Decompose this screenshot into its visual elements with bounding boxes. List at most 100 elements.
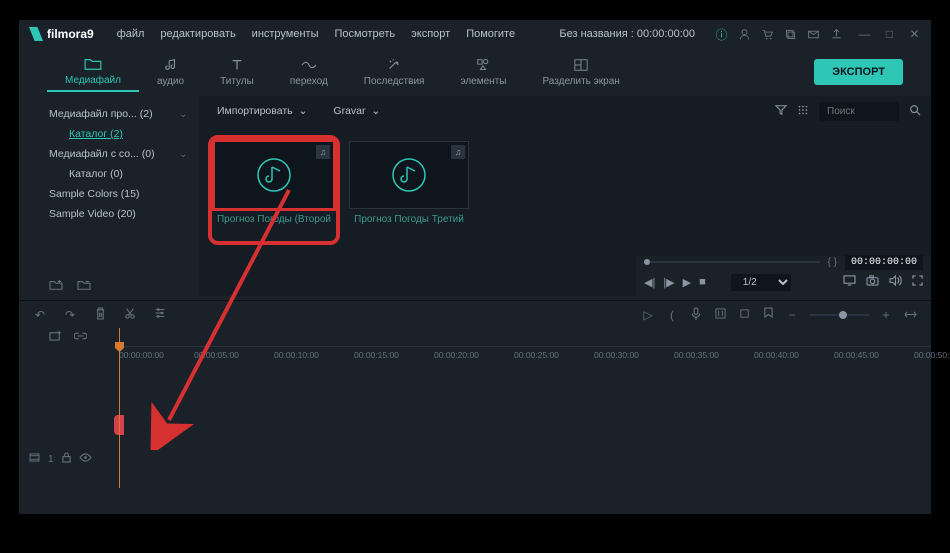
tab-transition[interactable]: переход (272, 53, 346, 91)
lock-icon[interactable] (62, 452, 71, 466)
camera-icon[interactable] (866, 275, 879, 289)
eye-icon[interactable] (79, 453, 92, 465)
playhead[interactable] (119, 328, 120, 488)
scrub-track[interactable] (644, 261, 820, 263)
stop-icon[interactable]: ■ (699, 276, 706, 289)
search-input[interactable] (819, 102, 899, 121)
step-back-icon[interactable]: |▶ (663, 276, 674, 289)
tab-split[interactable]: Разделить экран (524, 53, 637, 91)
mic-icon[interactable] (689, 307, 703, 323)
copy-icon[interactable] (784, 28, 797, 41)
cut-icon[interactable] (123, 307, 137, 322)
transition-icon (300, 57, 318, 73)
media-item[interactable]: ♫ Прогноз Погоды (Второй (214, 141, 334, 225)
crop-icon[interactable] (737, 308, 751, 322)
ruler-mark: 00:00:25:00 (514, 350, 559, 360)
ruler-mark: 00:00:00:00 (119, 350, 164, 360)
filter-icon[interactable] (775, 104, 787, 119)
export-button[interactable]: ЭКСПОРТ (814, 59, 903, 85)
sidebar-item-colors[interactable]: Sample Colors (15) (19, 184, 199, 204)
gravar-dropdown[interactable]: Gravar⌄ (325, 102, 388, 120)
maximize-icon[interactable]: □ (883, 28, 896, 41)
tab-audio[interactable]: аудио (139, 53, 202, 91)
media-item[interactable]: ♫ Прогноз Погоды Третий (349, 141, 469, 225)
ruler-mark: 00:00:05:00 (194, 350, 239, 360)
mail-icon[interactable] (807, 28, 820, 41)
timeline-ruler[interactable]: 00:00:00:00 00:00:05:00 00:00:10:00 00:0… (114, 346, 931, 370)
mixer-icon[interactable] (713, 308, 727, 322)
close-icon[interactable]: ✕ (908, 28, 921, 41)
logo-text: filmora9 (47, 27, 94, 41)
undo-icon[interactable]: ↶ (33, 308, 47, 322)
sidebar-item-catalog[interactable]: Каталог (2) (19, 124, 199, 144)
track-area[interactable]: 1 (19, 370, 931, 470)
timeline-toolbar: ↶ ↷ ▷ ( − + (19, 300, 931, 328)
settings-icon[interactable] (153, 307, 167, 322)
tab-titles[interactable]: Титулы (202, 53, 272, 91)
sidebar-item-catalog2[interactable]: Каталог (0) (19, 164, 199, 184)
upload-icon[interactable] (830, 28, 843, 41)
marker-in-icon[interactable]: ( (665, 308, 679, 322)
import-dropdown[interactable]: Импортировать⌄ (209, 102, 315, 120)
menu-file[interactable]: файл (109, 24, 153, 44)
tab-elements[interactable]: элементы (442, 53, 524, 91)
menu-edit[interactable]: редактировать (152, 24, 243, 44)
title-icons: ⓘ (715, 28, 843, 41)
chevron-down-icon: ⌄ (179, 109, 187, 120)
sidebar-item-media-project[interactable]: Медиафайл про... (2)⌄ (19, 104, 199, 124)
media-thumbnail: ♫ (214, 141, 334, 209)
folder-icon (84, 56, 102, 72)
grid-view-icon[interactable] (797, 104, 809, 119)
volume-icon[interactable] (889, 275, 902, 289)
music-badge-icon: ♫ (316, 145, 330, 159)
menu-tools[interactable]: инструменты (244, 24, 327, 44)
effects-icon (385, 57, 403, 73)
tab-effects[interactable]: Последствия (346, 53, 443, 91)
zoom-out-icon[interactable]: − (785, 308, 799, 322)
minimize-icon[interactable]: — (858, 28, 871, 41)
menu-view[interactable]: Посмотреть (327, 24, 404, 44)
chevron-down-icon: ⌄ (299, 105, 308, 117)
search-icon[interactable] (909, 104, 921, 119)
cart-icon[interactable] (761, 28, 774, 41)
media-grid: ♫ Прогноз Погоды (Второй ♫ Прогноз Погод… (199, 126, 931, 240)
play-timeline-icon[interactable]: ▷ (641, 308, 655, 322)
window-controls: — □ ✕ (858, 28, 921, 41)
media-toolbar: Импортировать⌄ Gravar⌄ (199, 96, 931, 126)
fullscreen-icon[interactable] (912, 275, 923, 289)
tab-row: Медиафайл аудио Титулы переход Последств… (19, 48, 931, 96)
play-icon[interactable]: ▶ (683, 276, 691, 289)
prev-frame-icon[interactable]: ◀| (644, 276, 655, 289)
zoom-in-icon[interactable]: + (879, 308, 893, 322)
sidebar-item-video[interactable]: Sample Video (20) (19, 204, 199, 224)
link-icon[interactable] (74, 331, 87, 343)
menu-export[interactable]: экспорт (403, 24, 458, 44)
marker-icon[interactable] (761, 307, 775, 323)
tab-label: Медиафайл (65, 75, 121, 86)
logo-icon (29, 27, 43, 41)
preview-panel: { } 00:00:00:00 ◀| |▶ ▶ ■ 1/2 (636, 256, 931, 296)
logo: filmora9 (29, 27, 94, 41)
tab-label: Титулы (220, 76, 254, 87)
screen-icon[interactable] (843, 275, 856, 289)
bracket-icon: { } (828, 257, 837, 268)
sidebar-item-media-shared[interactable]: Медиафайл с со... (0)⌄ (19, 144, 199, 164)
menu-help[interactable]: Помогите (458, 24, 523, 44)
zoom-handle[interactable] (839, 311, 847, 319)
elements-icon (474, 57, 492, 73)
info-icon[interactable]: ⓘ (715, 28, 728, 41)
main-menu: файл редактировать инструменты Посмотрет… (109, 24, 523, 44)
tab-media[interactable]: Медиафайл (47, 52, 139, 92)
zoom-slider[interactable] (809, 314, 869, 316)
redo-icon[interactable]: ↷ (63, 308, 77, 322)
add-track-icon[interactable] (49, 330, 62, 344)
delete-icon[interactable] (93, 307, 107, 323)
folder-remove-icon[interactable] (77, 278, 91, 292)
user-icon[interactable] (738, 28, 751, 41)
track-type-icon (29, 453, 40, 465)
zoom-fit-icon[interactable] (903, 308, 917, 322)
new-folder-icon[interactable] (49, 278, 63, 292)
ruler-mark: 00:00:50:00 (914, 350, 950, 360)
scrub-handle[interactable] (644, 259, 650, 265)
speed-select[interactable]: 1/2 (731, 274, 791, 291)
